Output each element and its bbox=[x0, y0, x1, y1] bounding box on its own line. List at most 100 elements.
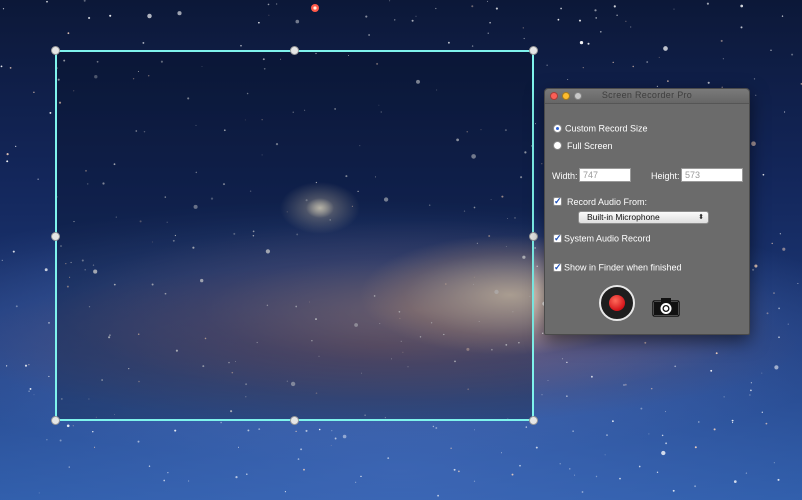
system-audio-checkbox[interactable]: ✓ bbox=[553, 234, 562, 244]
star bbox=[489, 21, 491, 24]
record-audio-option[interactable]: ✓ Record Audio From: bbox=[553, 195, 647, 207]
star bbox=[638, 465, 641, 468]
star bbox=[566, 361, 568, 364]
star bbox=[435, 427, 438, 429]
star bbox=[582, 66, 584, 69]
star bbox=[765, 422, 768, 425]
star bbox=[148, 465, 151, 467]
star bbox=[15, 305, 18, 308]
star bbox=[766, 312, 769, 315]
capture-selection-rectangle[interactable] bbox=[55, 50, 534, 421]
resize-handle-top[interactable] bbox=[290, 46, 299, 55]
show-in-finder-checkbox[interactable]: ✓ bbox=[553, 263, 562, 273]
full-screen-label: Full Screen bbox=[567, 140, 613, 151]
star bbox=[331, 430, 333, 432]
record-audio-checkbox[interactable]: ✓ bbox=[553, 197, 562, 207]
star bbox=[723, 396, 725, 398]
resize-handle-top-left[interactable] bbox=[51, 46, 60, 55]
star bbox=[779, 233, 781, 235]
star bbox=[12, 250, 15, 253]
record-button[interactable] bbox=[599, 285, 635, 321]
star bbox=[297, 458, 300, 460]
screenshot-button[interactable] bbox=[652, 297, 680, 317]
star bbox=[778, 307, 780, 310]
resize-handle-top-right[interactable] bbox=[529, 46, 538, 55]
star bbox=[28, 390, 30, 392]
custom-record-size-option[interactable]: Custom Record Size bbox=[553, 122, 648, 134]
star bbox=[305, 429, 308, 432]
star bbox=[33, 91, 35, 94]
star bbox=[557, 18, 560, 21]
record-icon bbox=[609, 295, 625, 311]
resize-handle-bottom-left[interactable] bbox=[51, 416, 60, 425]
star bbox=[174, 429, 177, 432]
star bbox=[625, 20, 627, 22]
height-field[interactable]: 573 bbox=[681, 168, 743, 182]
star bbox=[749, 394, 751, 396]
star bbox=[644, 341, 647, 344]
star bbox=[656, 85, 659, 88]
star bbox=[535, 446, 538, 449]
star bbox=[49, 111, 52, 114]
show-in-finder-option[interactable]: ✓ Show in Finder when finished bbox=[553, 261, 682, 273]
star bbox=[595, 475, 598, 478]
star bbox=[761, 411, 763, 413]
full-screen-radio[interactable] bbox=[553, 141, 562, 151]
star bbox=[561, 358, 564, 360]
star bbox=[632, 65, 634, 68]
custom-record-size-radio[interactable] bbox=[553, 124, 562, 134]
resize-handle-right[interactable] bbox=[529, 232, 538, 241]
star bbox=[541, 163, 543, 165]
star bbox=[300, 448, 303, 451]
star bbox=[66, 424, 70, 428]
star bbox=[235, 476, 238, 479]
star bbox=[581, 491, 584, 493]
star bbox=[797, 283, 799, 285]
star bbox=[109, 14, 112, 17]
star bbox=[650, 387, 653, 390]
star bbox=[761, 372, 763, 374]
star bbox=[590, 375, 593, 378]
star bbox=[574, 474, 576, 476]
star bbox=[623, 384, 625, 386]
star bbox=[246, 473, 248, 475]
star bbox=[745, 472, 748, 474]
audio-source-dropdown[interactable]: Built-in Microphone ⬍ bbox=[578, 211, 709, 224]
width-field[interactable]: 747 bbox=[579, 168, 631, 182]
star bbox=[594, 9, 597, 12]
star bbox=[258, 21, 260, 24]
star bbox=[389, 0, 391, 2]
full-screen-option[interactable]: Full Screen bbox=[553, 139, 613, 151]
title-bar[interactable]: Screen Recorder Pro bbox=[545, 89, 749, 104]
audio-source-value: Built-in Microphone bbox=[587, 212, 660, 222]
star bbox=[624, 383, 627, 386]
show-in-finder-label: Show in Finder when finished bbox=[564, 262, 682, 273]
star bbox=[778, 336, 780, 339]
star bbox=[511, 473, 514, 476]
star bbox=[450, 447, 452, 449]
star bbox=[365, 15, 368, 18]
star bbox=[5, 365, 8, 367]
star bbox=[787, 323, 789, 325]
resize-handle-bottom-right[interactable] bbox=[529, 416, 538, 425]
star bbox=[167, 472, 169, 474]
star bbox=[791, 53, 794, 56]
star bbox=[83, 0, 86, 2]
star bbox=[740, 26, 743, 29]
star bbox=[534, 247, 536, 249]
resize-handle-left[interactable] bbox=[51, 232, 60, 241]
star bbox=[295, 19, 300, 24]
star bbox=[163, 479, 166, 482]
custom-record-size-label: Custom Record Size bbox=[565, 123, 648, 134]
star bbox=[572, 430, 574, 432]
star bbox=[784, 111, 786, 113]
star bbox=[715, 352, 718, 355]
star bbox=[612, 61, 614, 64]
star bbox=[415, 15, 417, 17]
star bbox=[342, 434, 347, 439]
star bbox=[599, 30, 602, 33]
resize-handle-bottom[interactable] bbox=[290, 416, 299, 425]
star bbox=[546, 64, 548, 66]
star bbox=[731, 419, 734, 422]
system-audio-option[interactable]: ✓ System Audio Record bbox=[553, 232, 651, 244]
